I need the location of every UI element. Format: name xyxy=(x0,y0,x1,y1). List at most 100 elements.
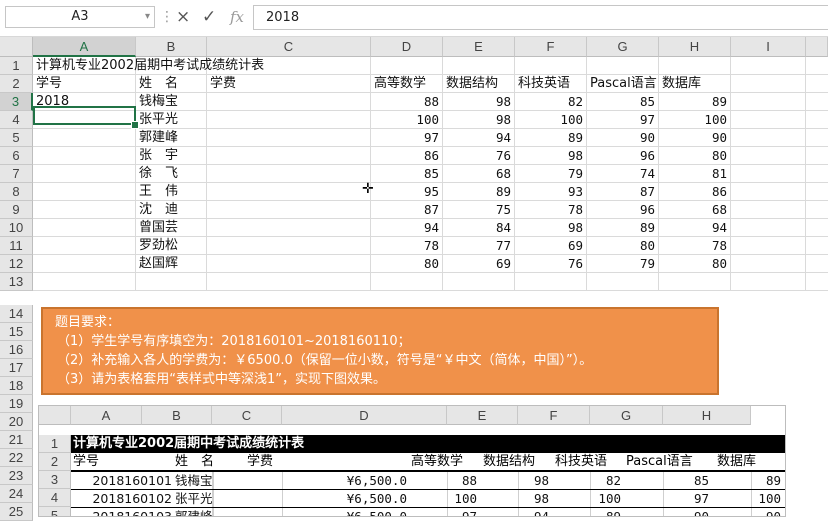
score-cell[interactable]: 76 xyxy=(443,147,511,165)
score-cell[interactable]: 98 xyxy=(515,219,583,237)
student-name[interactable]: 曾国芸 xyxy=(139,219,178,237)
student-name[interactable]: 沈 迪 xyxy=(139,201,178,219)
column-header-f[interactable]: F xyxy=(515,37,587,57)
score-cell[interactable]: 89 xyxy=(659,93,727,111)
score-cell[interactable]: 96 xyxy=(587,201,655,219)
score-cell[interactable]: 80 xyxy=(587,237,655,255)
score-cell[interactable]: 98 xyxy=(443,93,511,111)
formula-input[interactable]: 2018 xyxy=(253,5,828,30)
score-cell[interactable]: 86 xyxy=(659,183,727,201)
row-header-17[interactable]: 17 xyxy=(0,359,33,377)
score-cell[interactable]: 87 xyxy=(587,183,655,201)
row-header-20[interactable]: 20 xyxy=(0,413,33,431)
row-header-10[interactable]: 10 xyxy=(0,219,33,237)
student-name[interactable]: 张平光 xyxy=(139,111,178,129)
chevron-down-icon[interactable]: ▾ xyxy=(145,7,150,27)
result-preview-image[interactable]: A B C D E F G H 1 2 3 4 5 计算机专业2002届期中考试成绩统计表 学号 姓 名 学费 高… xyxy=(38,405,786,517)
score-cell[interactable]: 90 xyxy=(659,129,727,147)
score-cell[interactable]: 79 xyxy=(587,255,655,273)
row-header-24[interactable]: 24 xyxy=(0,485,33,503)
student-name[interactable]: 郭建峰 xyxy=(139,129,178,147)
score-cell[interactable]: 77 xyxy=(443,237,511,255)
row-header-8[interactable]: 8 xyxy=(0,183,33,201)
score-cell[interactable]: 94 xyxy=(443,129,511,147)
score-cell[interactable]: 78 xyxy=(515,201,583,219)
row-header-9[interactable]: 9 xyxy=(0,201,33,219)
row-header-18[interactable]: 18 xyxy=(0,377,33,395)
score-cell[interactable]: 89 xyxy=(587,219,655,237)
row-header-23[interactable]: 23 xyxy=(0,467,33,485)
score-cell[interactable]: 82 xyxy=(515,93,583,111)
score-cell[interactable]: 93 xyxy=(515,183,583,201)
score-cell[interactable]: 75 xyxy=(443,201,511,219)
student-name[interactable]: 王 伟 xyxy=(139,183,178,201)
score-cell[interactable]: 68 xyxy=(659,201,727,219)
score-cell[interactable]: 88 xyxy=(371,93,439,111)
select-all-corner[interactable] xyxy=(0,37,33,57)
column-header-e[interactable]: E xyxy=(443,37,515,57)
row-header-15[interactable]: 15 xyxy=(0,323,33,341)
column-header-c[interactable]: C xyxy=(207,37,371,57)
score-cell[interactable]: 69 xyxy=(515,237,583,255)
score-cell[interactable]: 89 xyxy=(443,183,511,201)
row-header-5[interactable]: 5 xyxy=(0,129,33,147)
cancel-icon[interactable]: × xyxy=(176,6,190,28)
score-cell[interactable]: 100 xyxy=(515,111,583,129)
score-cell[interactable]: 80 xyxy=(371,255,439,273)
spreadsheet-grid[interactable]: A B C D E F G H I 1 2 3 4 5 6 7 8 9 10 11 12 13 计算机专业2002届期中考试… xyxy=(0,37,828,305)
student-name[interactable]: 张 宇 xyxy=(139,147,178,165)
score-cell[interactable]: 98 xyxy=(515,147,583,165)
student-name[interactable]: 钱梅宝 xyxy=(139,93,178,111)
insert-function-icon[interactable]: fx xyxy=(230,6,244,28)
row-header-19[interactable]: 19 xyxy=(0,395,33,413)
column-header-d[interactable]: D xyxy=(371,37,443,57)
score-cell[interactable]: 78 xyxy=(371,237,439,255)
row-header-6[interactable]: 6 xyxy=(0,147,33,165)
score-cell[interactable]: 94 xyxy=(371,219,439,237)
row-header-16[interactable]: 16 xyxy=(0,341,33,359)
score-cell[interactable]: 85 xyxy=(587,93,655,111)
score-cell[interactable]: 84 xyxy=(443,219,511,237)
score-cell[interactable]: 68 xyxy=(443,165,511,183)
row-header-21[interactable]: 21 xyxy=(0,431,33,449)
row-header-3[interactable]: 3 xyxy=(0,93,33,111)
score-cell[interactable]: 86 xyxy=(371,147,439,165)
score-cell[interactable]: 98 xyxy=(443,111,511,129)
fill-handle[interactable] xyxy=(131,121,139,129)
score-cell[interactable]: 80 xyxy=(659,255,727,273)
row-header-12[interactable]: 12 xyxy=(0,255,33,273)
score-cell[interactable]: 69 xyxy=(443,255,511,273)
row-header-4[interactable]: 4 xyxy=(0,111,33,129)
row-header-22[interactable]: 22 xyxy=(0,449,33,467)
column-header-h[interactable]: H xyxy=(659,37,731,57)
score-cell[interactable]: 79 xyxy=(515,165,583,183)
score-cell[interactable]: 90 xyxy=(587,129,655,147)
score-cell[interactable]: 78 xyxy=(659,237,727,255)
row-header-11[interactable]: 11 xyxy=(0,237,33,255)
score-cell[interactable]: 76 xyxy=(515,255,583,273)
column-header-g[interactable]: G xyxy=(587,37,659,57)
student-name[interactable]: 赵国辉 xyxy=(139,255,178,273)
score-cell[interactable]: 85 xyxy=(371,165,439,183)
score-cell[interactable]: 100 xyxy=(659,111,727,129)
score-cell[interactable]: 87 xyxy=(371,201,439,219)
column-header-b[interactable]: B xyxy=(136,37,207,57)
score-cell[interactable]: 96 xyxy=(587,147,655,165)
enter-icon[interactable]: ✓ xyxy=(202,6,216,28)
row-header-7[interactable]: 7 xyxy=(0,165,33,183)
score-cell[interactable]: 81 xyxy=(659,165,727,183)
name-box[interactable]: A3 ▾ xyxy=(5,6,155,28)
student-name[interactable]: 徐 飞 xyxy=(139,165,178,183)
score-cell[interactable]: 100 xyxy=(371,111,439,129)
score-cell[interactable]: 97 xyxy=(587,111,655,129)
row-header-2[interactable]: 2 xyxy=(0,75,33,93)
row-header-13[interactable]: 13 xyxy=(0,273,33,291)
instructions-textbox[interactable]: 题目要求： （1）学生学号有序填空为：2018160101~2018160110… xyxy=(41,307,719,395)
row-header-25[interactable]: 25 xyxy=(0,503,33,521)
score-cell[interactable]: 80 xyxy=(659,147,727,165)
column-header-a[interactable]: A xyxy=(33,37,136,57)
row-header-1[interactable]: 1 xyxy=(0,57,33,75)
score-cell[interactable]: 74 xyxy=(587,165,655,183)
student-name[interactable]: 罗劲松 xyxy=(139,237,178,255)
column-header-i[interactable]: I xyxy=(731,37,806,57)
